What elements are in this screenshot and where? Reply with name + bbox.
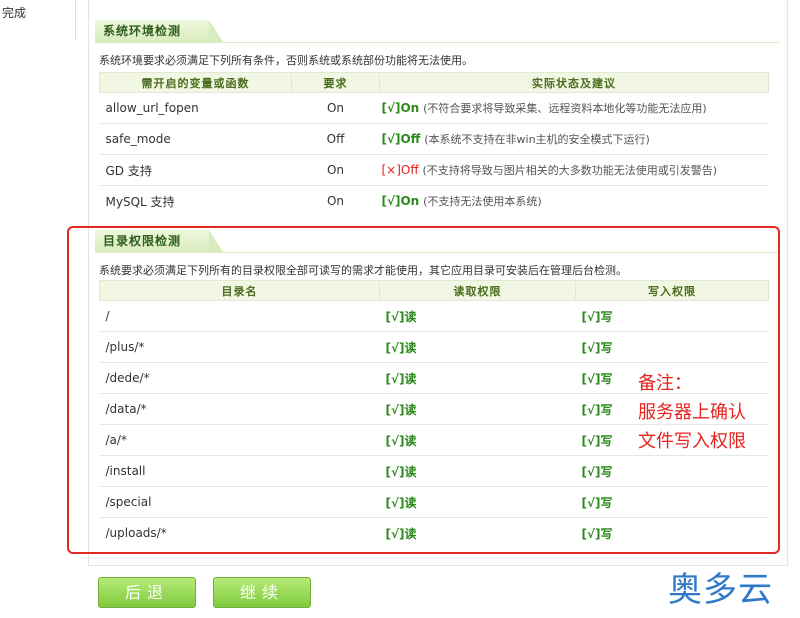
status-value: On	[400, 194, 420, 209]
env-header-status: 实际状态及建议	[379, 72, 769, 93]
status-value: On	[400, 101, 420, 115]
env-row: MySQL 支持 On [√]On (不支持无法使用本系统)	[99, 185, 769, 217]
env-row-status: [√]On (不支持无法使用本系统)	[379, 185, 769, 217]
env-row-required: Off	[291, 123, 380, 155]
env-header-required: 要求	[291, 72, 380, 93]
env-row-required: On	[291, 185, 380, 217]
status-bracket: [×]	[381, 163, 401, 177]
continue-button[interactable]: 继续	[213, 577, 311, 608]
env-row: allow_url_fopen On [√]On (不符合要求将导致采集、远程资料本…	[99, 92, 769, 124]
env-section-title: 系统环境检测	[95, 20, 224, 42]
env-row-name: MySQL 支持	[99, 185, 292, 217]
env-section-divider	[95, 42, 779, 43]
status-note: (不符合要求将导致采集、远程资料本地化等功能无法应用)	[423, 102, 707, 115]
env-row-name: allow_url_fopen	[99, 92, 292, 124]
status-value: Off	[400, 163, 419, 177]
status-bracket: [√]	[381, 101, 401, 115]
status-bracket: [√]	[381, 194, 401, 209]
step-finished-label: 完成	[2, 6, 27, 20]
status-note: (本系统不支持在非win主机的安全模式下运行)	[424, 133, 650, 146]
back-button[interactable]: 后退	[98, 577, 196, 608]
env-check-table: 需开启的变量或函数 要求 实际状态及建议 allow_url_fopen On [√…	[99, 72, 769, 217]
env-row-status: [√]Off (本系统不支持在非win主机的安全模式下运行)	[379, 123, 769, 155]
env-row-status: [√]On (不符合要求将导致采集、远程资料本地化等功能无法应用)	[379, 92, 769, 124]
env-table-header: 需开启的变量或函数 要求 实际状态及建议	[99, 72, 769, 93]
status-note: (不支持无法使用本系统)	[423, 195, 542, 209]
env-row-name: safe_mode	[99, 123, 292, 155]
status-value: Off	[400, 132, 421, 146]
status-bracket: [√]	[381, 132, 401, 146]
annotation-line-1: 备注：	[638, 373, 692, 394]
left-step-nav: 完成	[0, 0, 76, 40]
env-row: GD 支持 On [×]Off (不支持将导致与图片相关的大多数功能无法使用或引发警…	[99, 154, 769, 186]
annotation-note: 备注： 服务器上确认 文件写入权限	[638, 369, 746, 456]
env-row: safe_mode Off [√]Off (本系统不支持在非win主机的安全模式下运…	[99, 123, 769, 155]
env-row-status: [×]Off (不支持将导致与图片相关的大多数功能无法使用或引发警告)	[379, 154, 769, 186]
env-row-required: On	[291, 154, 380, 186]
env-section-description: 系统环境要求必须满足下列所有条件，否则系统或系统部份功能将无法使用。	[99, 54, 473, 67]
env-header-name: 需开启的变量或函数	[99, 72, 292, 93]
watermark-logo-text: 奥多云	[668, 570, 773, 610]
env-row-name: GD 支持	[99, 154, 292, 186]
status-note: (不支持将导致与图片相关的大多数功能无法使用或引发警告)	[422, 164, 718, 177]
env-row-required: On	[291, 92, 380, 124]
annotation-line-3: 文件写入权限	[638, 431, 746, 452]
annotation-line-2: 服务器上确认	[638, 402, 746, 423]
